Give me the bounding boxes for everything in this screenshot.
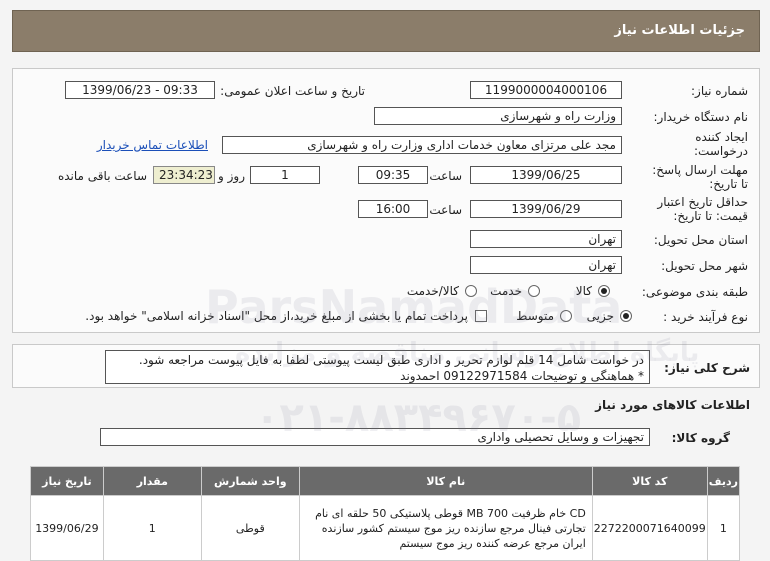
- purchase-radio-medium[interactable]: [560, 310, 572, 322]
- cell-qty: 1: [102, 495, 202, 561]
- cell-name-line-1: CD خام ظرفیت MB 700 قوطی پلاستیکی 50 حلق…: [315, 506, 586, 520]
- category-option-service: خدمت: [490, 284, 522, 298]
- province-field: تهران: [470, 230, 622, 248]
- cell-unit: قوطی: [200, 495, 300, 561]
- cell-date: 1399/06/29: [30, 495, 104, 561]
- goods-group-label: گروه کالا:: [671, 431, 730, 445]
- description-line-1: در خواست شامل 14 قلم لوازم تحریر و اداری…: [138, 353, 644, 367]
- cell-code: 2272200071640099: [591, 495, 708, 561]
- treasury-payment-checkbox[interactable]: [475, 310, 487, 322]
- purchase-type-label: نوع فرآیند خرید :: [663, 310, 748, 324]
- need-number-label: شماره نیاز:: [691, 84, 748, 98]
- cell-row: 1: [706, 495, 741, 561]
- cell-name-line-3: ایران مرجع عرضه کننده ریز موج سیستم: [399, 536, 586, 550]
- goods-group-field: تجهیزات و وسایل تحصیلی واداری: [100, 428, 650, 446]
- days-remaining-field: 1: [250, 166, 320, 184]
- page-title: جزئیات اطلاعات نیاز: [614, 23, 745, 38]
- deadline-label-2: تا تاریخ:: [709, 177, 748, 191]
- announce-label: تاریخ و ساعت اعلان عمومی:: [220, 84, 365, 98]
- category-radio-goods-service[interactable]: [465, 285, 477, 297]
- validity-label-2: قیمت: تا تاریخ:: [673, 209, 748, 223]
- category-label: طبقه بندی موضوعی:: [641, 285, 748, 299]
- city-field: تهران: [470, 256, 622, 274]
- description-label: شرح کلی نیاز:: [664, 361, 750, 375]
- goods-section-title: اطلاعات کالاهای مورد نیاز: [595, 398, 750, 412]
- buyer-org-label: نام دستگاه خریدار:: [653, 110, 749, 124]
- page-header: جزئیات اطلاعات نیاز: [12, 10, 760, 52]
- treasury-payment-note: پرداخت تمام یا بخشی از مبلغ خرید،از محل …: [85, 309, 468, 323]
- purchase-option-medium: متوسط: [516, 309, 554, 323]
- buyer-org-field: وزارت راه و شهرسازی: [374, 107, 622, 125]
- description-line-2: * هماهنگی و توضیحات 09122971584 احمدوند: [400, 369, 644, 383]
- contact-buyer-link[interactable]: اطلاعات تماس خریدار: [97, 138, 208, 152]
- deadline-date-field: 1399/06/25: [470, 166, 622, 184]
- purchase-option-minor: جزیی: [586, 309, 614, 323]
- table-row: 1 2272200071640099 CD خام ظرفیت MB 700 ق…: [30, 495, 741, 561]
- col-row: ردیف: [706, 466, 741, 496]
- remaining-label: ساعت باقی مانده: [57, 169, 147, 183]
- creator-label-1: ایجاد کننده: [695, 130, 748, 144]
- cell-name: CD خام ظرفیت MB 700 قوطی پلاستیکی 50 حلق…: [298, 495, 593, 561]
- creator-label-2: درخواست:: [694, 144, 748, 158]
- announce-field: 1399/06/23 - 09:33: [65, 81, 215, 99]
- validity-date-field: 1399/06/29: [470, 200, 622, 218]
- deadline-time-field: 09:35: [358, 166, 428, 184]
- col-qty: مقدار: [102, 466, 202, 496]
- category-radio-service[interactable]: [528, 285, 540, 297]
- province-label: استان محل تحویل:: [653, 233, 748, 247]
- col-unit: واحد شمارش: [200, 466, 300, 496]
- creator-field: مجد علی مرتزای معاون خدمات اداری وزارت ر…: [222, 136, 622, 154]
- col-code: کد کالا: [591, 466, 708, 496]
- category-radio-goods[interactable]: [598, 285, 610, 297]
- purchase-radio-minor[interactable]: [620, 310, 632, 322]
- col-name: نام کالا: [298, 466, 593, 496]
- validity-label-1: حداقل تاریخ اعتبار: [657, 195, 748, 209]
- deadline-time-label: ساعت: [429, 169, 462, 183]
- city-label: شهر محل تحویل:: [661, 259, 748, 273]
- category-option-goods: کالا: [575, 284, 592, 298]
- validity-time-label: ساعت: [429, 203, 462, 217]
- cell-name-line-2: تجارتی فینال مرجع سازنده ریز موج سیستم ک…: [321, 521, 586, 535]
- need-number-field: 1199000004000106: [470, 81, 622, 99]
- remaining-timer: 23:34:23: [153, 166, 215, 184]
- col-date: تاریخ نیاز: [30, 466, 104, 496]
- validity-time-field: 16:00: [358, 200, 428, 218]
- deadline-label-1: مهلت ارسال پاسخ:: [652, 163, 748, 177]
- days-label: روز و: [218, 169, 245, 183]
- goods-table: ردیف کد کالا نام کالا واحد شمارش مقدار ت…: [30, 466, 741, 561]
- description-box: در خواست شامل 14 قلم لوازم تحریر و اداری…: [105, 350, 650, 384]
- category-option-goods-service: کالا/خدمت: [406, 284, 459, 298]
